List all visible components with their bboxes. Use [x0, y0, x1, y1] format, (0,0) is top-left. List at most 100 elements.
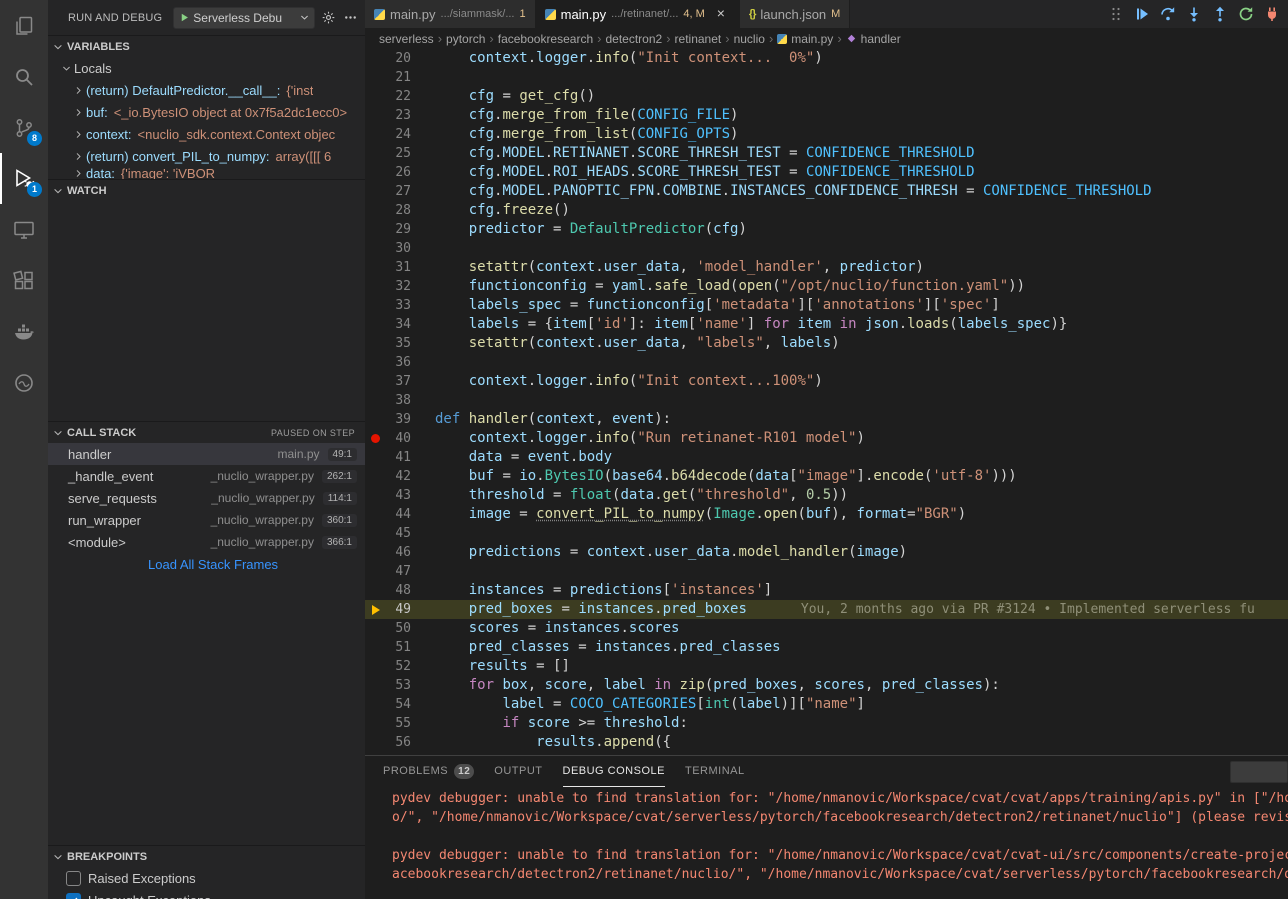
glyph-margin[interactable] [365, 125, 385, 144]
activitybar-item-remote-explorer[interactable] [0, 204, 48, 255]
stack-frame[interactable]: handlermain.py49:1 [48, 443, 365, 465]
call-stack-section-header[interactable]: CALL STACK PAUSED ON STEP [48, 421, 365, 443]
breadcrumb-item[interactable]: nuclio [734, 32, 765, 46]
code-line-55[interactable]: 55 if score >= threshold: [365, 714, 1288, 733]
code-line-39[interactable]: 39def handler(context, event): [365, 410, 1288, 429]
code-line-32[interactable]: 32 functionconfig = yaml.safe_load(open(… [365, 277, 1288, 296]
editor-tab-0[interactable]: main.py.../siammask/...1 [365, 0, 536, 28]
load-all-stack-frames-link[interactable]: Load All Stack Frames [48, 553, 365, 575]
variable-row[interactable]: data:{'image': 'iVBOR [48, 167, 365, 179]
glyph-margin[interactable] [365, 68, 385, 87]
code-line-33[interactable]: 33 labels_spec = functionconfig['metadat… [365, 296, 1288, 315]
toolbar-drag-handle[interactable] [1103, 2, 1128, 26]
glyph-margin[interactable] [365, 49, 385, 68]
stack-frame[interactable]: <module>_nuclio_wrapper.py366:1 [48, 531, 365, 553]
restart-button[interactable] [1233, 2, 1258, 26]
code-line-36[interactable]: 36 [365, 353, 1288, 372]
glyph-margin[interactable] [365, 220, 385, 239]
variable-row[interactable]: (return) convert_PIL_to_numpy:array([[[ … [48, 145, 365, 167]
glyph-margin[interactable] [365, 410, 385, 429]
glyph-margin[interactable] [365, 581, 385, 600]
code-line-24[interactable]: 24 cfg.merge_from_list(CONFIG_OPTS) [365, 125, 1288, 144]
console-filter-input[interactable] [1230, 761, 1288, 783]
code-line-29[interactable]: 29 predictor = DefaultPredictor(cfg) [365, 220, 1288, 239]
glyph-margin[interactable] [365, 695, 385, 714]
code-line-30[interactable]: 30 [365, 239, 1288, 258]
glyph-margin[interactable] [365, 334, 385, 353]
glyph-margin[interactable] [365, 467, 385, 486]
stack-frame[interactable]: _handle_event_nuclio_wrapper.py262:1 [48, 465, 365, 487]
variable-row[interactable]: buf:<_io.BytesIO object at 0x7f5a2dc1ecc… [48, 101, 365, 123]
breadcrumb-item[interactable]: main.py [777, 32, 833, 46]
step-into-button[interactable] [1181, 2, 1206, 26]
code-line-53[interactable]: 53 for box, score, label in zip(pred_box… [365, 676, 1288, 695]
more-actions-icon[interactable] [342, 8, 359, 28]
activitybar-item-docker[interactable] [0, 306, 48, 357]
glyph-margin[interactable] [365, 619, 385, 638]
gear-icon[interactable] [320, 8, 337, 28]
activitybar-item-search[interactable] [0, 51, 48, 102]
glyph-margin[interactable] [365, 448, 385, 467]
variable-row[interactable]: context:<nuclio_sdk.context.Context obje… [48, 123, 365, 145]
breadcrumb-item[interactable]: handler [846, 32, 901, 46]
variable-row[interactable]: (return) DefaultPredictor.__call__:{'ins… [48, 79, 365, 101]
start-debug-icon[interactable] [179, 12, 190, 23]
glyph-margin[interactable] [365, 163, 385, 182]
activitybar-item-explorer[interactable] [0, 0, 48, 51]
code-line-22[interactable]: 22 cfg = get_cfg() [365, 87, 1288, 106]
code-line-44[interactable]: 44 image = convert_PIL_to_numpy(Image.op… [365, 505, 1288, 524]
glyph-margin[interactable] [365, 182, 385, 201]
glyph-margin[interactable] [365, 258, 385, 277]
stack-frame[interactable]: run_wrapper_nuclio_wrapper.py360:1 [48, 509, 365, 531]
glyph-margin[interactable] [365, 486, 385, 505]
code-line-52[interactable]: 52 results = [] [365, 657, 1288, 676]
code-line-51[interactable]: 51 pred_classes = instances.pred_classes [365, 638, 1288, 657]
step-out-button[interactable] [1207, 2, 1232, 26]
code-line-34[interactable]: 34 labels = {item['id']: item['name'] fo… [365, 315, 1288, 334]
debug-config-picker[interactable]: Serverless Debu [173, 7, 315, 29]
panel-tab-terminal[interactable]: TERMINAL [685, 756, 745, 787]
code-line-50[interactable]: 50 scores = instances.scores [365, 619, 1288, 638]
code-line-21[interactable]: 21 [365, 68, 1288, 87]
watch-section-header[interactable]: WATCH [48, 179, 365, 201]
panel-tab-output[interactable]: OUTPUT [494, 756, 542, 787]
glyph-margin[interactable] [365, 87, 385, 106]
glyph-margin[interactable] [365, 733, 385, 752]
activitybar-item-source-control[interactable]: 8 [0, 102, 48, 153]
glyph-margin[interactable] [365, 657, 385, 676]
code-line-49[interactable]: 49 pred_boxes = instances.pred_boxesYou,… [365, 600, 1288, 619]
glyph-margin[interactable] [365, 277, 385, 296]
variables-section-header[interactable]: VARIABLES [48, 35, 365, 57]
close-icon[interactable]: × [712, 5, 730, 23]
breadcrumb-item[interactable]: facebookresearch [498, 32, 593, 46]
code-line-41[interactable]: 41 data = event.body [365, 448, 1288, 467]
code-line-54[interactable]: 54 label = COCO_CATEGORIES[int(label)]["… [365, 695, 1288, 714]
code-line-38[interactable]: 38 [365, 391, 1288, 410]
code-line-28[interactable]: 28 cfg.freeze() [365, 201, 1288, 220]
breadcrumb-item[interactable]: detectron2 [605, 32, 662, 46]
glyph-margin[interactable] [365, 239, 385, 258]
glyph-margin[interactable] [365, 562, 385, 581]
panel-tab-problems[interactable]: PROBLEMS12 [383, 756, 474, 787]
code-line-43[interactable]: 43 threshold = float(data.get("threshold… [365, 486, 1288, 505]
breadcrumb-item[interactable]: pytorch [446, 32, 485, 46]
stack-frame[interactable]: serve_requests_nuclio_wrapper.py114:1 [48, 487, 365, 509]
glyph-margin[interactable] [365, 505, 385, 524]
code-editor[interactable]: 20 context.logger.info("Init context... … [365, 49, 1288, 755]
breadcrumb-item[interactable]: retinanet [675, 32, 722, 46]
glyph-margin[interactable] [365, 353, 385, 372]
current-line-arrow-icon[interactable] [365, 600, 385, 619]
code-line-27[interactable]: 27 cfg.MODEL.PANOPTIC_FPN.COMBINE.INSTAN… [365, 182, 1288, 201]
panel-tab-debug-console[interactable]: DEBUG CONSOLE [563, 756, 665, 787]
code-line-35[interactable]: 35 setattr(context.user_data, "labels", … [365, 334, 1288, 353]
breakpoints-section-header[interactable]: BREAKPOINTS [48, 845, 365, 867]
code-line-48[interactable]: 48 instances = predictions['instances'] [365, 581, 1288, 600]
checkbox-checked-icon[interactable] [66, 893, 81, 899]
glyph-margin[interactable] [365, 391, 385, 410]
checkbox-unchecked-icon[interactable] [66, 871, 81, 886]
glyph-margin[interactable] [365, 524, 385, 543]
breakpoint-item[interactable]: Raised Exceptions [48, 867, 365, 889]
breadcrumb-item[interactable]: serverless [379, 32, 434, 46]
activitybar-item-run-debug[interactable]: 1 [0, 153, 48, 204]
code-line-45[interactable]: 45 [365, 524, 1288, 543]
